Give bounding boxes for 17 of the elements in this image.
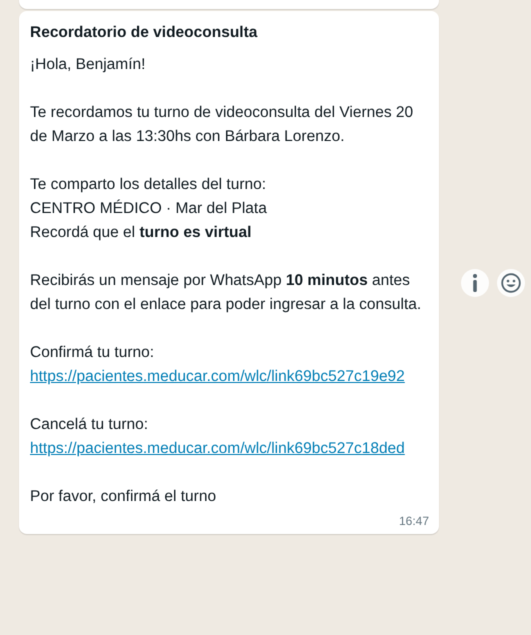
message-text: Recordá que el turno es virtual (30, 223, 252, 243)
message-text: Te comparto los detalles del turno: (30, 175, 268, 195)
emoji-button[interactable] (497, 268, 525, 296)
message-text: Te recordamos tu turno de videoconsulta del Viernes 20 de Marzo a las 13:30hs con Bárbara Lorenzo. (30, 103, 414, 147)
link[interactable]: https://pacientes.meducar.com/wlc/link69bc527c18ded (30, 437, 429, 461)
info-button[interactable] (461, 268, 489, 296)
message-text: CENTRO MÉDICO · Mar del Plata (30, 198, 268, 219)
smiley-icon (501, 272, 521, 292)
link[interactable]: https://pacientes.meducar.com/wlc/link69bc527c19e92 (30, 365, 429, 389)
message-text: Por favor, confirmá el turno (30, 487, 218, 507)
message-text: ¡Hola, Benjamín! (30, 55, 146, 75)
message-text: Confirmá tu turno: (30, 343, 156, 363)
message-text: Recibirás un mensaje por WhatsApp 10 minutos antes del turno con el enlace para poder ingresar a la consulta. (30, 271, 422, 315)
info-icon (472, 274, 478, 292)
message-title: Recordatorio de videoconsulta (30, 23, 258, 43)
message-time: 16:47 (398, 513, 429, 530)
message-text: Cancelá tu turno: (30, 415, 150, 435)
